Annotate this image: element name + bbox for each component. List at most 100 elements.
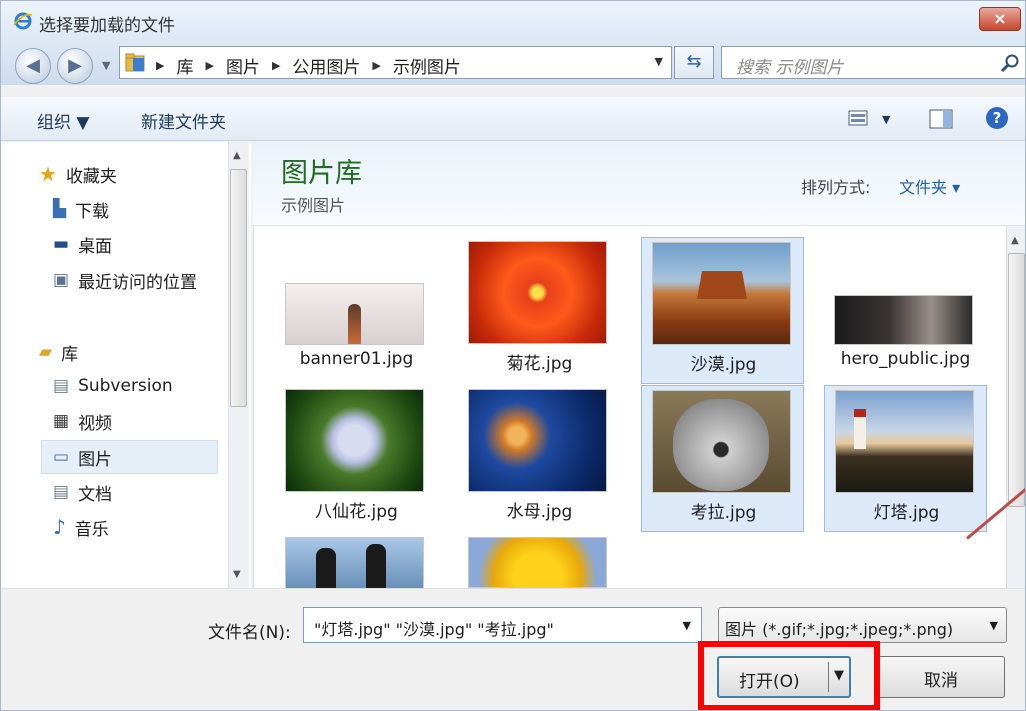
search-icon[interactable] [1000,53,1020,73]
file-tile-hydrangeas[interactable]: 八仙花.jpg [275,385,438,532]
nav-item-music[interactable]: ♪ 音乐 [53,514,109,540]
chevron-right-icon[interactable]: ▶ [372,59,380,72]
nav-item-pictures[interactable]: ▭ 图片 [53,444,112,470]
image-thumbnail [285,389,424,492]
filetype-dropdown-icon: ▼ [989,619,998,632]
breadcrumb-item-pictures[interactable]: 图片 [226,53,260,78]
image-thumbnail [834,295,973,345]
search-input[interactable]: 搜索 示例图片 [721,46,1025,79]
scroll-up-icon[interactable]: ▲ [233,150,241,161]
file-tile-desert[interactable]: 沙漠.jpg [641,237,804,384]
forward-arrow-icon: ▶ [68,55,82,76]
title-bar: 选择要加载的文件 × [1,1,1025,43]
filename-label: 文件名(N): [208,623,291,643]
nav-label: 图片 [78,449,113,470]
breadcrumb-item-public-pictures[interactable]: 公用图片 [292,53,360,78]
image-thumbnail [652,242,791,345]
navigation-pane [1,142,251,588]
file-tile-jellyfish[interactable]: 水母.jpg [458,385,621,532]
file-name: banner01.jpg [299,349,414,369]
help-icon[interactable]: ? [985,106,1009,130]
document-icon: ▤ [53,376,70,396]
file-name: 考拉.jpg [690,503,757,523]
chevron-right-icon[interactable]: ▶ [156,59,164,72]
refresh-icon: ⇆ [686,51,702,72]
window-title: 选择要加载的文件 [39,16,175,36]
content-scroll-thumb[interactable] [1008,253,1025,507]
chevron-right-icon[interactable]: ▶ [272,59,280,72]
image-thumbnail [468,389,607,492]
command-toolbar: 组织 ▼ 新建文件夹 ▼ ? [1,97,1025,141]
file-name: hero_public.jpg [840,349,971,369]
ie-logo-icon [13,12,33,30]
image-figure [673,399,769,491]
library-icon: ▰ [39,342,53,362]
image-thumbnail-tulips[interactable] [468,537,607,588]
scroll-up-icon[interactable]: ▲ [1011,235,1019,246]
recent-places-icon: ▣ [53,270,70,290]
nav-label: 下载 [75,201,110,222]
file-name: 菊花.jpg [506,354,573,374]
star-icon: ★ [39,162,57,186]
history-dropdown-icon[interactable]: ▼ [102,59,110,72]
nav-label: 音乐 [74,519,109,540]
forward-button[interactable]: ▶ [57,48,93,84]
folder-icon [125,53,145,72]
image-figure [697,271,747,299]
nav-item-subversion[interactable]: ▤ Subversion [53,373,173,399]
file-tile-chrysanthemum[interactable]: 菊花.jpg [458,237,621,384]
view-options-icon[interactable] [848,110,868,126]
nav-label: 库 [61,344,79,365]
pictures-icon: ▭ [53,447,70,467]
nav-item-documents[interactable]: ▤ 文档 [53,479,112,505]
breadcrumb: ▶ 库 ▶ 图片 ▶ 公用图片 ▶ 示例图片 [156,53,461,78]
image-figure [854,409,866,449]
address-bar[interactable]: ▶ 库 ▶ 图片 ▶ 公用图片 ▶ 示例图片 ▼ [119,46,672,79]
library-title: 图片库 [281,158,362,189]
filetype-select[interactable]: 图片 (*.gif;*.jpg;*.jpeg;*.png) ▼ [718,607,1007,643]
filename-input[interactable]: "灯塔.jpg" "沙漠.jpg" "考拉.jpg" ▼ [303,607,702,643]
music-icon: ♪ [53,515,66,539]
organize-menu[interactable]: 组织 ▼ [37,108,89,133]
image-thumbnail-penguins[interactable] [285,537,424,588]
svg-text:?: ? [993,109,1002,127]
nav-item-desktop[interactable]: ▬ 桌面 [53,231,112,257]
nav-label: 视频 [78,413,113,434]
filename-dropdown-icon[interactable]: ▼ [683,619,691,632]
nav-label: 最近访问的位置 [78,272,198,293]
nav-label: 收藏夹 [65,166,117,187]
nav-item-downloads[interactable]: ▙ 下载 [53,196,109,222]
breadcrumb-item-sample-pictures[interactable]: 示例图片 [393,53,461,78]
file-open-dialog: 选择要加载的文件 × ◀ ▶ ▼ ▶ 库 ▶ 图片 ▶ 公用图片 ▶ 示例图片 … [0,0,1026,711]
view-dropdown-icon[interactable]: ▼ [882,113,890,126]
back-button[interactable]: ◀ [15,48,51,84]
nav-item-videos[interactable]: ▦ 视频 [53,408,112,434]
nav-item-libraries[interactable]: ▰ 库 [39,339,78,365]
address-dropdown-icon[interactable]: ▼ [655,55,663,68]
file-name: 八仙花.jpg [315,502,398,522]
file-tile-koala[interactable]: 考拉.jpg [641,385,804,532]
sort-dropdown[interactable]: 文件夹 ▾ [899,174,960,198]
image-figure [316,548,336,588]
chevron-right-icon[interactable]: ▶ [205,59,213,72]
breadcrumb-item-libraries[interactable]: 库 [176,53,193,78]
nav-item-favorites[interactable]: ★ 收藏夹 [39,161,117,187]
preview-pane-icon[interactable] [929,109,953,129]
filename-value: "灯塔.jpg" "沙漠.jpg" "考拉.jpg" [314,620,554,639]
nav-item-recent[interactable]: ▣ 最近访问的位置 [53,267,197,293]
cancel-button[interactable]: 取消 [877,656,1005,698]
file-tile-hero-public[interactable]: hero_public.jpg [824,237,987,384]
scroll-down-icon[interactable]: ▼ [233,569,241,580]
file-tile-banner01[interactable]: banner01.jpg [275,237,438,384]
file-name: 水母.jpg [506,502,573,522]
image-figure [348,304,361,344]
file-tile-lighthouse[interactable]: 灯塔.jpg [824,385,987,532]
nav-scroll-thumb[interactable] [230,169,247,407]
image-thumbnail [285,283,424,345]
refresh-button[interactable]: ⇆ [674,46,714,79]
back-arrow-icon: ◀ [26,55,40,76]
nav-label: Subversion [78,376,173,396]
filetype-value: 图片 (*.gif;*.jpg;*.jpeg;*.png) [725,620,954,639]
new-folder-button[interactable]: 新建文件夹 [141,108,226,133]
close-button[interactable]: × [979,7,1021,31]
